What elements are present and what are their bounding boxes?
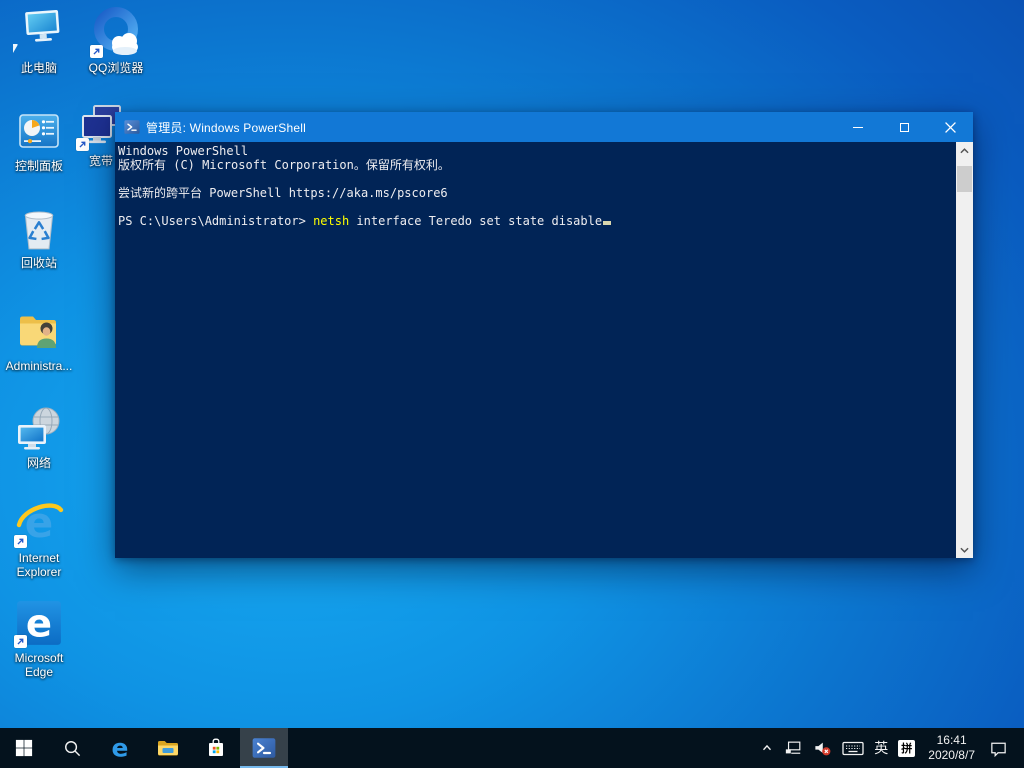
store-icon bbox=[204, 736, 228, 760]
scrollbar-thumb[interactable] bbox=[957, 166, 972, 192]
window-title: 管理员: Windows PowerShell bbox=[146, 119, 306, 136]
taskbar: e bbox=[0, 728, 1024, 768]
powershell-icon bbox=[124, 119, 140, 135]
keyboard-icon bbox=[842, 740, 864, 757]
desktop-icon-admin-folder[interactable]: Administra... bbox=[1, 306, 77, 373]
shortcut-arrow-icon bbox=[90, 45, 103, 58]
scroll-up-icon[interactable] bbox=[956, 142, 973, 159]
desktop-icon-label: Internet Explorer bbox=[1, 551, 77, 579]
desktop-icon-microsoft-edge[interactable]: e Microsoft Edge bbox=[1, 598, 77, 679]
shortcut-arrow-icon bbox=[14, 535, 27, 548]
console-output: Windows PowerShell 版权所有 (C) Microsoft Co… bbox=[118, 144, 953, 228]
desktop-icon-label: QQ浏览器 bbox=[89, 61, 144, 75]
file-explorer-icon bbox=[156, 736, 180, 760]
qq-browser-icon bbox=[88, 5, 144, 58]
control-panel-icon bbox=[12, 106, 66, 156]
chevron-up-icon bbox=[760, 741, 774, 755]
user-folder-icon bbox=[12, 306, 66, 356]
desktop-icon-recycle-bin[interactable]: 回收站 bbox=[1, 203, 77, 270]
desktop-icon-label: Administra... bbox=[6, 359, 73, 373]
console-line: Windows PowerShell bbox=[118, 144, 953, 158]
start-button[interactable] bbox=[0, 728, 48, 768]
taskbar-edge-button[interactable]: e bbox=[96, 728, 144, 768]
this-pc-icon bbox=[12, 8, 66, 58]
console-line bbox=[118, 172, 953, 186]
desktop-icon-label: 控制面板 bbox=[15, 159, 63, 173]
console-line: 尝试新的跨平台 PowerShell https://aka.ms/pscore… bbox=[118, 186, 953, 200]
microsoft-edge-icon: e bbox=[12, 598, 66, 648]
console-scrollbar[interactable] bbox=[956, 142, 973, 558]
powershell-window: 管理员: Windows PowerShell Windows PowerShe… bbox=[115, 112, 973, 558]
edge-icon: e bbox=[107, 735, 133, 761]
windows-logo-icon bbox=[15, 739, 33, 757]
ethernet-icon bbox=[784, 739, 803, 757]
action-center-icon bbox=[989, 739, 1008, 758]
taskbar-file-explorer-button[interactable] bbox=[144, 728, 192, 768]
console-line bbox=[118, 200, 953, 214]
scroll-down-icon[interactable] bbox=[956, 541, 973, 558]
ime-mode-indicator[interactable]: 拼 bbox=[893, 728, 920, 768]
search-icon bbox=[63, 739, 82, 758]
maximize-button[interactable] bbox=[881, 112, 927, 142]
shortcut-arrow-icon bbox=[14, 635, 27, 648]
touch-keyboard-button[interactable] bbox=[837, 728, 869, 768]
powershell-icon bbox=[251, 735, 277, 761]
internet-explorer-icon: e bbox=[12, 498, 66, 548]
console-area[interactable]: Windows PowerShell 版权所有 (C) Microsoft Co… bbox=[115, 142, 973, 558]
action-center-button[interactable] bbox=[983, 728, 1014, 768]
taskbar-store-button[interactable] bbox=[192, 728, 240, 768]
desktop-icon-label: 网络 bbox=[27, 456, 51, 470]
search-button[interactable] bbox=[48, 728, 96, 768]
system-tray: 英 拼 16:41 2020/8/7 bbox=[755, 728, 1024, 768]
desktop-icon-label: 此电脑 bbox=[21, 61, 57, 75]
svg-text:e: e bbox=[26, 602, 52, 647]
console-line: 版权所有 (C) Microsoft Corporation。保留所有权利。 bbox=[118, 158, 953, 172]
clock-time: 16:41 bbox=[937, 733, 967, 748]
taskbar-clock[interactable]: 16:41 2020/8/7 bbox=[920, 728, 983, 768]
clock-date: 2020/8/7 bbox=[928, 748, 975, 763]
command-args: interface Teredo set state disable bbox=[349, 214, 602, 228]
volume-tray-button[interactable] bbox=[808, 728, 837, 768]
ime-language-indicator[interactable]: 英 bbox=[869, 728, 893, 768]
volume-muted-icon bbox=[813, 739, 832, 758]
desktop-icon-network[interactable]: 网络 bbox=[1, 403, 77, 470]
desktop-icon-this-pc[interactable]: 此电脑 bbox=[1, 8, 77, 75]
desktop-icon-label: Microsoft Edge bbox=[1, 651, 77, 679]
console-prompt: PS C:\Users\Administrator> bbox=[118, 214, 313, 228]
minimize-button[interactable] bbox=[835, 112, 881, 142]
network-icon bbox=[12, 403, 66, 453]
text-cursor bbox=[603, 221, 611, 225]
console-prompt-line: PS C:\Users\Administrator> netsh interfa… bbox=[118, 214, 953, 228]
command-keyword: netsh bbox=[313, 214, 349, 228]
desktop-icon-label: 回收站 bbox=[21, 256, 57, 270]
close-button[interactable] bbox=[927, 112, 973, 142]
show-hidden-icons-button[interactable] bbox=[755, 728, 779, 768]
desktop-icon-qq-browser[interactable]: QQ浏览器 bbox=[78, 5, 154, 75]
recycle-bin-icon bbox=[12, 203, 66, 253]
shortcut-arrow-icon bbox=[76, 138, 89, 151]
taskbar-powershell-button[interactable] bbox=[240, 728, 288, 768]
svg-text:e: e bbox=[112, 735, 129, 761]
network-tray-button[interactable] bbox=[779, 728, 808, 768]
desktop-icon-internet-explorer[interactable]: e Internet Explorer bbox=[1, 498, 77, 579]
desktop-icon-label: 宽带 bbox=[89, 154, 113, 168]
window-titlebar[interactable]: 管理员: Windows PowerShell bbox=[115, 112, 973, 142]
